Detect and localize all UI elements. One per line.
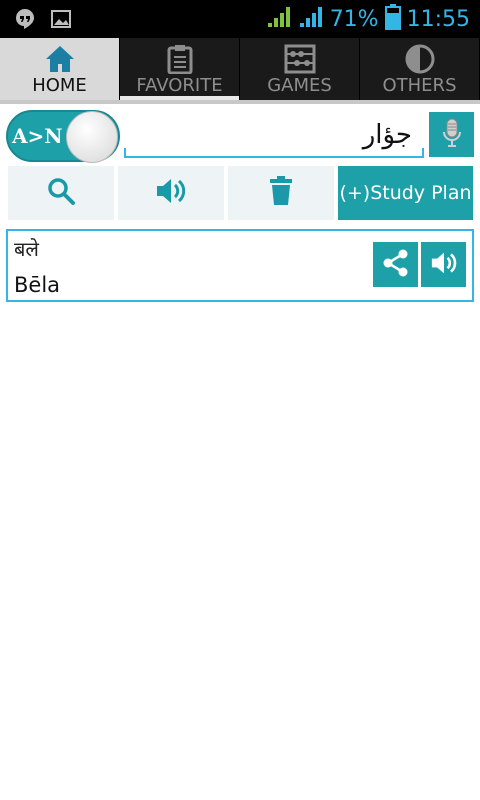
- action-row: (+)Study Plan: [8, 166, 473, 220]
- image-icon: [50, 8, 72, 34]
- speaker-icon: [154, 176, 188, 210]
- search-row: A>N: [6, 110, 474, 163]
- battery-icon: [384, 4, 401, 34]
- abacus-icon: [284, 43, 316, 75]
- home-icon: [44, 43, 76, 75]
- half-circle-icon: [404, 43, 436, 75]
- toggle-label: A>N: [12, 124, 63, 148]
- trash-icon: [269, 176, 293, 210]
- clock: 11:55: [406, 6, 470, 32]
- search-icon: [46, 176, 76, 210]
- tab-bar: HOME FAVORITE GAMES OTHERS: [0, 38, 480, 100]
- tab-favorite[interactable]: FAVORITE: [120, 38, 240, 100]
- tab-bar-divider: [0, 100, 480, 104]
- status-bar: 71% 11:55: [0, 0, 480, 38]
- search-input[interactable]: [132, 116, 412, 154]
- tab-others[interactable]: OTHERS: [360, 38, 480, 100]
- signal-blue-icon: [298, 5, 324, 33]
- result-transliteration: Bēla: [14, 273, 61, 297]
- microphone-icon: [442, 117, 462, 153]
- study-plan-button[interactable]: (+)Study Plan: [338, 166, 473, 220]
- mic-button[interactable]: [429, 112, 474, 157]
- result-word: बले: [14, 237, 39, 261]
- toggle-knob[interactable]: [66, 111, 118, 163]
- battery-percent: 71%: [329, 6, 379, 32]
- signal-green-icon: [266, 5, 292, 33]
- result-speak-button[interactable]: [421, 242, 466, 287]
- delete-button[interactable]: [228, 166, 334, 220]
- share-button[interactable]: [373, 242, 418, 287]
- speaker-icon: [429, 250, 459, 280]
- tab-label: HOME: [32, 74, 87, 96]
- tab-label: GAMES: [267, 74, 332, 96]
- hangouts-icon: [14, 8, 36, 34]
- tab-label: OTHERS: [382, 74, 457, 96]
- tab-label: FAVORITE: [136, 74, 223, 96]
- search-field-wrapper: [124, 112, 424, 158]
- tab-games[interactable]: GAMES: [240, 38, 360, 100]
- tab-home[interactable]: HOME: [0, 38, 120, 100]
- search-button[interactable]: [8, 166, 114, 220]
- speak-button[interactable]: [118, 166, 224, 220]
- result-card[interactable]: बले Bēla: [6, 229, 474, 302]
- clipboard-icon: [167, 43, 193, 75]
- share-icon: [381, 248, 411, 282]
- language-toggle[interactable]: A>N: [6, 110, 120, 163]
